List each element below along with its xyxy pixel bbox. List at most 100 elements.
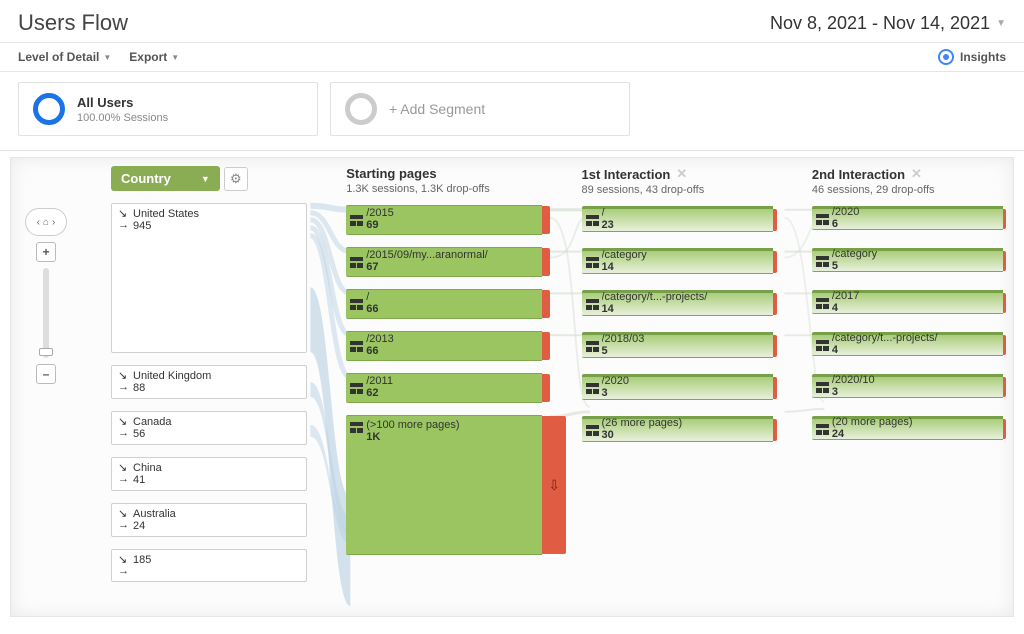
page-node[interactable]: /category14 xyxy=(582,248,773,274)
dropoff-bar xyxy=(542,290,550,318)
dimension-column: Country ▼ ⚙ ↘→ United States 945 ↘→ Unit… xyxy=(111,166,307,616)
dropoff-bar xyxy=(773,335,777,357)
node-value: 66 xyxy=(366,346,394,358)
segments-row: All Users 100.00% Sessions + Add Segment xyxy=(0,72,1024,151)
dropoff-bar xyxy=(773,419,777,441)
page-icon xyxy=(816,382,829,393)
page-node[interactable]: /2020/103 xyxy=(812,374,1003,398)
node-value: 4 xyxy=(832,303,860,315)
insights-label: Insights xyxy=(960,50,1006,64)
column-subtitle: 89 sessions, 43 drop-offs xyxy=(582,184,773,196)
page-node-more[interactable]: (>100 more pages)1K ⇩ xyxy=(346,415,542,555)
page-node[interactable]: /20206 xyxy=(812,206,1003,230)
page-node[interactable]: /category5 xyxy=(812,248,1003,272)
page-icon xyxy=(586,257,599,268)
segment-circle-icon xyxy=(345,93,377,125)
close-column-button[interactable]: ✕ xyxy=(676,166,687,182)
date-range-text: Nov 8, 2021 - Nov 14, 2021 xyxy=(770,13,990,34)
flow-arrow-icon: ↘→ xyxy=(118,417,129,439)
page-node[interactable]: /66 xyxy=(346,289,542,319)
segment-subtitle: 100.00% Sessions xyxy=(77,112,168,124)
page-icon xyxy=(586,425,599,436)
dropoff-bar xyxy=(773,377,777,399)
node-value: 14 xyxy=(602,262,647,274)
segment-title: All Users xyxy=(77,95,168,110)
page-icon xyxy=(586,215,599,226)
export-label: Export xyxy=(129,50,167,64)
source-label: United Kingdom xyxy=(133,370,211,382)
starting-pages-column: Starting pages 1.3K sessions, 1.3K drop-… xyxy=(346,166,542,616)
dropoff-bar xyxy=(1003,335,1006,355)
flow-arrow-icon: ↘→ xyxy=(118,371,129,393)
zoom-in-button[interactable]: + xyxy=(36,242,56,262)
source-label: Canada xyxy=(133,416,172,428)
source-node[interactable]: ↘→ Australia 24 xyxy=(111,503,307,537)
page-node[interactable]: /category/t...-projects/14 xyxy=(582,290,773,316)
level-of-detail-dropdown[interactable]: Level of Detail ▼ xyxy=(18,50,111,64)
dimension-settings-button[interactable]: ⚙ xyxy=(224,167,248,191)
dropoff-bar: ⇩ xyxy=(542,416,566,554)
dropdown-icon: ▼ xyxy=(171,53,179,62)
page-node-more[interactable]: (20 more pages)24 xyxy=(812,416,1003,440)
zoom-slider[interactable] xyxy=(43,268,49,358)
close-column-button[interactable]: ✕ xyxy=(911,166,922,182)
second-interaction-column: 2nd Interaction ✕ 46 sessions, 29 drop-o… xyxy=(812,166,1003,616)
date-range-picker[interactable]: Nov 8, 2021 - Nov 14, 2021 ▼ xyxy=(770,13,1006,34)
chevron-left-icon: ‹ xyxy=(37,217,40,228)
page-node[interactable]: /20174 xyxy=(812,290,1003,314)
zoom-out-button[interactable]: – xyxy=(36,364,56,384)
node-value: 24 xyxy=(832,429,913,441)
source-node[interactable]: ↘→ United Kingdom 88 xyxy=(111,365,307,399)
source-node[interactable]: ↘→ Canada 56 xyxy=(111,411,307,445)
page-icon xyxy=(350,257,363,268)
source-value: 945 xyxy=(133,220,199,232)
page-node-more[interactable]: (26 more pages)30 xyxy=(582,416,773,442)
zoom-handle[interactable] xyxy=(39,348,53,356)
page-icon xyxy=(816,214,829,225)
column-title: Starting pages xyxy=(346,166,542,181)
source-node[interactable]: ↘→ 185 xyxy=(111,549,307,582)
source-value: 88 xyxy=(133,382,211,394)
dropoff-bar xyxy=(773,209,777,231)
page-icon xyxy=(586,341,599,352)
node-value: 30 xyxy=(602,430,683,442)
insights-icon xyxy=(938,49,954,65)
page-node[interactable]: /2018/035 xyxy=(582,332,773,358)
dropoff-bar xyxy=(1003,209,1006,229)
page-icon xyxy=(350,341,363,352)
add-segment-button[interactable]: + Add Segment xyxy=(330,82,630,136)
zoom-home-button[interactable]: ‹ ⌂ › xyxy=(25,208,67,236)
users-flow-diagram[interactable]: ‹ ⌂ › + – Country ▼ ⚙ ↘→ U xyxy=(10,157,1014,617)
segment-all-users[interactable]: All Users 100.00% Sessions xyxy=(18,82,318,136)
node-value: 1K xyxy=(366,432,459,444)
first-interaction-column: 1st Interaction ✕ 89 sessions, 43 drop-o… xyxy=(582,166,773,616)
node-value: 23 xyxy=(602,220,614,232)
page-node[interactable]: /category/t...-projects/4 xyxy=(812,332,1003,356)
dimension-dropdown[interactable]: Country ▼ xyxy=(111,166,220,191)
page-node[interactable]: /20203 xyxy=(582,374,773,400)
page-title: Users Flow xyxy=(18,10,128,36)
dropoff-bar xyxy=(542,374,550,402)
source-node[interactable]: ↘→ United States 945 xyxy=(111,203,307,353)
page-node[interactable]: /23 xyxy=(582,206,773,232)
page-node[interactable]: /201162 xyxy=(346,373,542,403)
node-label: /category xyxy=(832,249,877,261)
source-value: 24 xyxy=(133,520,176,532)
export-dropdown[interactable]: Export ▼ xyxy=(129,50,179,64)
source-node[interactable]: ↘→ China 41 xyxy=(111,457,307,491)
page-node[interactable]: /2015/09/my...aranormal/67 xyxy=(346,247,542,277)
level-of-detail-label: Level of Detail xyxy=(18,50,99,64)
dropoff-bar xyxy=(773,293,777,315)
insights-button[interactable]: Insights xyxy=(938,49,1006,65)
page-header: Users Flow Nov 8, 2021 - Nov 14, 2021 ▼ xyxy=(0,0,1024,43)
page-node[interactable]: /201569 xyxy=(346,205,542,235)
page-node[interactable]: /201366 xyxy=(346,331,542,361)
node-value: 5 xyxy=(602,346,645,358)
page-icon xyxy=(350,215,363,226)
page-icon xyxy=(350,299,363,310)
dropoff-bar xyxy=(773,251,777,273)
page-icon xyxy=(816,298,829,309)
dropoff-bar xyxy=(1003,251,1006,271)
dropdown-icon: ▼ xyxy=(103,53,111,62)
source-value: 41 xyxy=(133,474,162,486)
